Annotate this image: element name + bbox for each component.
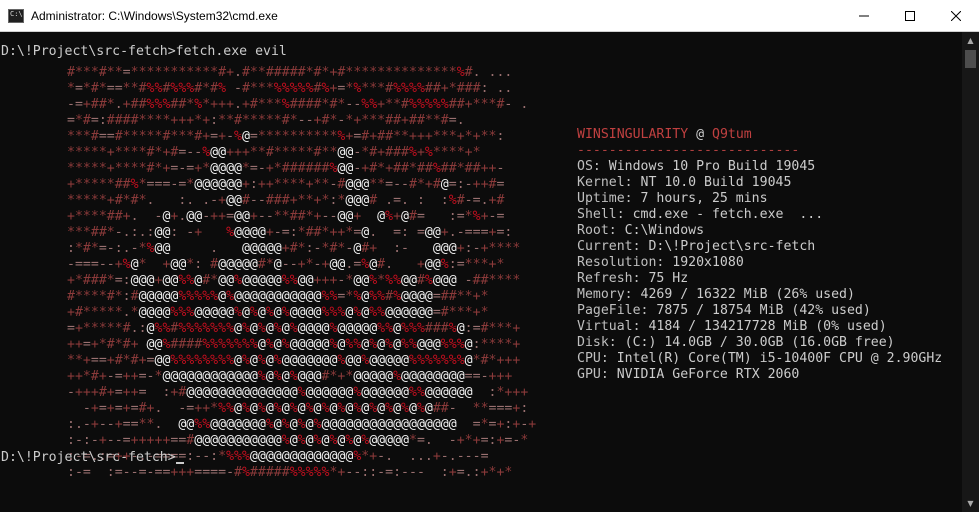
sysinfo-value: Windows 10 Pro Build 19045: [608, 159, 816, 174]
sysinfo-value: 4184 / 134217728 MiB (0% used): [648, 319, 887, 334]
sysinfo-row: Memory: 4269 / 16322 MiB (26% used): [577, 287, 942, 303]
sysinfo-row: Uptime: 7 hours, 25 mins: [577, 191, 942, 207]
sysinfo-value: Intel(R) Core(TM) i5-10400F CPU @ 2.90GH…: [616, 351, 943, 366]
sysinfo-label: Memory:: [577, 287, 633, 302]
title-bar[interactable]: Administrator: C:\Windows\System32\cmd.e…: [0, 0, 979, 32]
sysinfo-row: Resolution: 1920x1080: [577, 255, 942, 271]
sysinfo-row: Virtual: 4184 / 134217728 MiB (0% used): [577, 319, 942, 335]
sysinfo-label: Root:: [577, 223, 617, 238]
sysinfo-row: Current: D:\!Project\src-fetch: [577, 239, 942, 255]
ascii-art-row: -+++#+=++= :+#@@@@@@@@@@@@@@%@@@@@@%@@@@…: [67, 385, 529, 400]
ascii-art-row: +*###*=:@@@+@@%%@#*@@%@@@@@%%@@+++-*@@%*…: [67, 273, 521, 288]
sysinfo-label: OS:: [577, 159, 601, 174]
sysinfo-label: Resolution:: [577, 255, 665, 270]
cmd-icon[interactable]: [8, 8, 24, 23]
sysinfo-row: CPU: Intel(R) Core(TM) i5-10400F CPU @ 2…: [577, 351, 942, 367]
sysinfo-value: 4269 / 16322 MiB (26% used): [640, 287, 855, 302]
ascii-art-row: =+*****#.:@%%#%%%%%%%@%@%@%@%@@@@%@@@@@%…: [67, 321, 521, 336]
sysinfo-row: Kernel: NT 10.0 Build 19045: [577, 175, 942, 191]
ascii-art-row: :.-+--+==**. @@%%@@@@@@@%@%@%@%@@@@@@@@@…: [67, 417, 537, 432]
maximize-button[interactable]: [887, 0, 933, 32]
sysinfo-value: 75 Hz: [648, 271, 689, 286]
ascii-art-row: ***#==#*****#***#+=+-%@=**********%+=#+#…: [67, 129, 505, 144]
ascii-art-row: *****+#*#*. :. .-+@@#--###+**+*:*@@@# .=…: [67, 193, 505, 208]
sysinfo-value: NT 10.0 Build 19045: [640, 175, 792, 190]
sysinfo-label: Kernel:: [577, 175, 633, 190]
ascii-art-row: #****#*:#@@@@@%%%%%@%@@@@@@@@@@@%%=*%@%%…: [67, 289, 489, 304]
ascii-art-row: *=*#*==**#%%#%%%#*#% -#***%%%%%#%+=*%***…: [67, 81, 513, 96]
minimize-button[interactable]: [841, 0, 887, 32]
sysinfo-label: Virtual:: [577, 319, 641, 334]
sysinfo-label: CPU:: [577, 351, 609, 366]
sysinfo-label: GPU:: [577, 367, 609, 382]
minimize-icon: [859, 15, 869, 17]
sysinfo-row: PageFile: 7875 / 18754 MiB (42% used): [577, 303, 942, 319]
scroll-thumb[interactable]: [965, 50, 976, 68]
bottom-prompt[interactable]: D:\!Project\src-fetch>: [1, 450, 184, 466]
ascii-art-row: +#*****.*@@@@%%%@@@@@%@%@%@%@@@@%%%@%@%%…: [67, 305, 489, 320]
vertical-scrollbar[interactable]: ▲ ▼: [962, 32, 979, 512]
sysinfo-value: 1920x1080: [672, 255, 744, 270]
maximize-icon: [905, 11, 915, 21]
ascii-art: #***#**=***********#+.#**#####*#*+#*****…: [67, 65, 536, 481]
sysinfo-separator: ----------------------------: [577, 143, 800, 158]
ascii-art-row: *****+****#*+#=--%@@+++**#*****#**@@-*#+…: [67, 145, 481, 160]
sysinfo-row: Root: C:\Windows: [577, 223, 942, 239]
ascii-art-row: -===--+%@* +@@*: #@@@@@#*@--+*-+@@.=%@#.…: [67, 257, 505, 272]
sysinfo-label: Refresh:: [577, 271, 641, 286]
sysinfo-value: cmd.exe - fetch.exe ...: [632, 207, 824, 222]
command-line: D:\!Project\src-fetch>fetch.exe evil: [1, 44, 287, 59]
ascii-art-row: ++=+*#*#+ @@%####%%%%%%%@%@%@@@@@%@%%@%@…: [67, 337, 521, 352]
sysinfo-label: Disk:: [577, 335, 617, 350]
ascii-art-row: **+==+#*#+=@@%%%%%%%%@%@%@%@@@@@@@%@@%@@…: [67, 353, 521, 368]
window-controls: [841, 0, 979, 32]
sysinfo-row: Refresh: 75 Hz: [577, 271, 942, 287]
close-icon: [951, 11, 961, 21]
ascii-art-row: ++*#+-=++=-*@@@@@@@@@@@@%@%@%@@@#*+*@@@@…: [67, 369, 513, 384]
sysinfo-label: Shell:: [577, 207, 625, 222]
sysinfo-row: Disk: (C:) 14.0GB / 30.0GB (16.0GB free): [577, 335, 942, 351]
text-cursor: [175, 462, 184, 464]
sysinfo-label: PageFile:: [577, 303, 649, 318]
sysinfo-row: GPU: NVIDIA GeForce RTX 2060: [577, 367, 942, 383]
ascii-art-row: *****+****#*+=-=+*@@@@*=-+*######%@@-+#*…: [67, 161, 505, 176]
ascii-art-row: :-= :=--=-==+++====-#%#####%%%%%*+--::-=…: [67, 465, 513, 480]
sysinfo-value: C:\Windows: [624, 223, 705, 238]
ascii-art-row: #***#**=***********#+.#**#####*#*+#*****…: [67, 65, 513, 80]
ascii-art-row: +****##+. -@+.@@-++=@@+--**##*+--@@+ @%+…: [67, 209, 505, 224]
sysinfo-label: Uptime:: [577, 191, 633, 206]
sysinfo-value: D:\!Project\src-fetch: [648, 239, 816, 254]
ascii-art-row: -=+##*.+##%%%##*%*+++.+#***%####*#*--%%+…: [67, 97, 529, 112]
system-info: WINSINGULARITY @ Q9tum -----------------…: [577, 127, 942, 383]
close-button[interactable]: [933, 0, 979, 32]
ascii-art-row: :-:-+--=+++++==#@@@@@@@@@@@%@%@%@%@%@%@@…: [67, 433, 529, 448]
sysinfo-value: 7 hours, 25 mins: [640, 191, 768, 206]
ascii-art-row: ***##*-.:.:@@: -+ %@@@@+-=:*##*++*=@. =:…: [67, 225, 513, 240]
ascii-art-row: +*****##%*===-=*@@@@@@+:++****+**-#@@@**…: [67, 177, 505, 192]
sysinfo-host: Q9tum: [712, 127, 752, 142]
sysinfo-at: @: [696, 127, 705, 142]
sysinfo-value: NVIDIA GeForce RTX 2060: [616, 367, 800, 382]
window-title: Administrator: C:\Windows\System32\cmd.e…: [31, 8, 278, 23]
ascii-art-row: -+=+=+=#+. -=++*%%@%@%@%@%@%@%@%@%@%@%@%…: [82, 401, 529, 416]
sysinfo-label: Current:: [577, 239, 641, 254]
sysinfo-user: WINSINGULARITY: [577, 127, 689, 142]
console-output[interactable]: D:\!Project\src-fetch>fetch.exe evil #**…: [1, 44, 959, 510]
scroll-up-icon[interactable]: ▲: [962, 32, 979, 49]
sysinfo-row: Shell: cmd.exe - fetch.exe ...: [577, 207, 942, 223]
sysinfo-items: OS: Windows 10 Pro Build 19045 Kernel: NT…: [577, 159, 942, 383]
ascii-art-row: =*#=:####****+++*+:**#*****#*--+#*-*+***…: [67, 113, 465, 128]
sysinfo-row: OS: Windows 10 Pro Build 19045: [577, 159, 942, 175]
sysinfo-value: (C:) 14.0GB / 30.0GB (16.0GB free): [624, 335, 895, 350]
scroll-down-icon[interactable]: ▼: [962, 495, 979, 512]
bottom-prompt-text: D:\!Project\src-fetch>: [1, 450, 176, 465]
ascii-art-row: :*#*=-:.-*%@@ . @@@@@+#*:-*#*-@#+ :- @@@…: [67, 241, 521, 256]
sysinfo-value: 7875 / 18754 MiB (42% used): [656, 303, 871, 318]
sysinfo-header: WINSINGULARITY @ Q9tum: [577, 127, 942, 143]
